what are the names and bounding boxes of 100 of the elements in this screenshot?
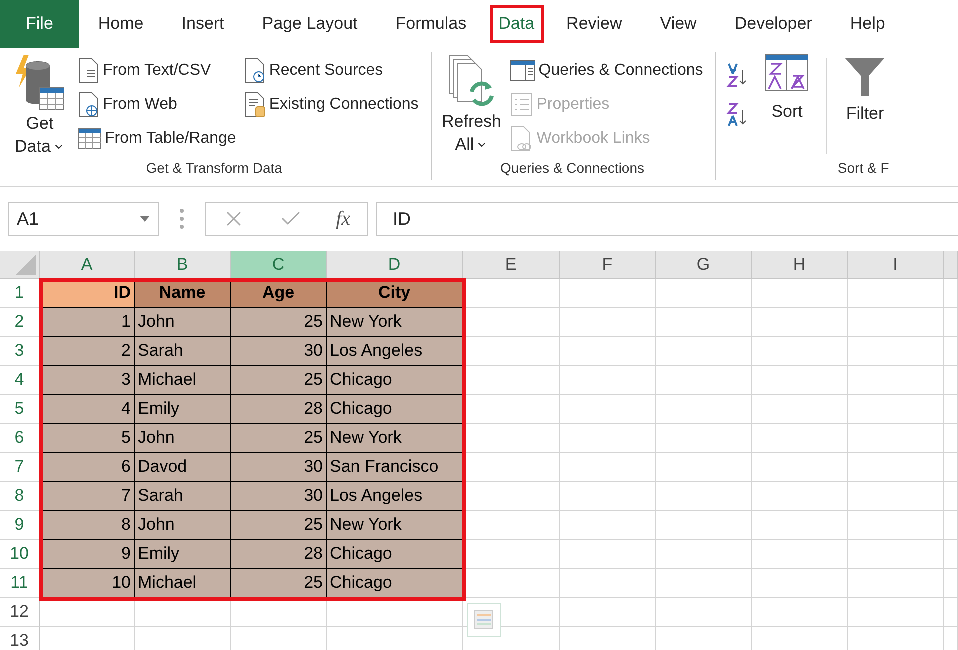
column-header[interactable]: C bbox=[231, 251, 327, 279]
table-cell: Los Angeles bbox=[327, 337, 463, 366]
table-cell: 30 bbox=[231, 482, 327, 511]
empty-cell bbox=[944, 511, 958, 540]
table-cell: 25 bbox=[231, 424, 327, 453]
table-cell: Sarah bbox=[135, 482, 231, 511]
table-cell: Davod bbox=[135, 453, 231, 482]
empty-cell bbox=[944, 424, 958, 453]
link-file-icon bbox=[510, 126, 534, 152]
ribbon-tab[interactable]: Formulas bbox=[376, 0, 486, 48]
corner-triangle-icon bbox=[16, 255, 36, 275]
column-header[interactable]: F bbox=[560, 251, 656, 279]
name-box[interactable]: A1 bbox=[8, 202, 159, 236]
paste-options-icon[interactable] bbox=[467, 603, 501, 637]
insert-function-button[interactable]: fx bbox=[336, 208, 351, 230]
ribbon-tab[interactable]: Home bbox=[79, 0, 163, 48]
clock-file-icon bbox=[244, 58, 266, 84]
formula-input[interactable]: ID bbox=[376, 202, 958, 236]
list-icon bbox=[510, 93, 534, 117]
table-cell: 1 bbox=[40, 308, 135, 337]
table-cell: 6 bbox=[40, 453, 135, 482]
ribbon-command[interactable]: From Table/Range bbox=[78, 124, 236, 154]
header-cell: Age bbox=[231, 279, 327, 308]
ribbon-tab[interactable]: Developer bbox=[716, 0, 832, 48]
refresh-all-button[interactable]: Refresh All bbox=[442, 52, 502, 160]
sort-ascending-icon[interactable] bbox=[726, 62, 748, 88]
table-cell: John bbox=[135, 511, 231, 540]
table-cell: 30 bbox=[231, 337, 327, 366]
row-header[interactable]: 12 bbox=[0, 598, 40, 627]
table-cell: 30 bbox=[231, 453, 327, 482]
table-cell: 4 bbox=[40, 395, 135, 424]
ribbon-command[interactable]: Existing Connections bbox=[244, 90, 419, 120]
column-header[interactable]: I bbox=[848, 251, 944, 279]
table-cell: 28 bbox=[231, 395, 327, 424]
column-header[interactable]: D bbox=[327, 251, 463, 279]
table-cell: 7 bbox=[40, 482, 135, 511]
panel-icon bbox=[510, 60, 536, 82]
sort-descending-icon[interactable] bbox=[726, 102, 748, 128]
column-header[interactable]: E bbox=[463, 251, 560, 279]
column-header[interactable]: A bbox=[40, 251, 135, 279]
dropdown-icon[interactable] bbox=[140, 216, 150, 222]
empty-cell bbox=[944, 569, 958, 598]
filter-button[interactable]: Filter bbox=[841, 52, 890, 160]
table-cell: John bbox=[135, 424, 231, 453]
ribbon-tab[interactable]: Review bbox=[548, 0, 642, 48]
table-cell: 9 bbox=[40, 540, 135, 569]
table-cell: Chicago bbox=[327, 366, 463, 395]
empty-cell bbox=[944, 337, 958, 366]
ribbon-tab[interactable]: Page Layout bbox=[243, 0, 377, 48]
empty-cell bbox=[944, 308, 958, 337]
table-cell: 25 bbox=[231, 308, 327, 337]
ribbon-tab[interactable]: Help bbox=[831, 0, 904, 48]
empty-cell bbox=[944, 598, 958, 627]
empty-cell bbox=[944, 453, 958, 482]
sort-icon bbox=[765, 54, 810, 92]
column-header[interactable]: G bbox=[656, 251, 752, 279]
ribbon-tab[interactable]: View bbox=[641, 0, 716, 48]
ribbon-command[interactable]: Recent Sources bbox=[244, 56, 419, 86]
ribbon-command[interactable]: From Web bbox=[78, 90, 236, 120]
column-header[interactable]: H bbox=[752, 251, 848, 279]
empty-cell bbox=[944, 482, 958, 511]
table-cell: 8 bbox=[40, 511, 135, 540]
get-data-button[interactable]: Get Data bbox=[10, 52, 70, 160]
table-cell: Chicago bbox=[327, 395, 463, 424]
database-icon bbox=[14, 54, 66, 112]
table-cell: 25 bbox=[231, 569, 327, 598]
table-cell: Emily bbox=[135, 395, 231, 424]
empty-cell bbox=[944, 395, 958, 424]
table-cell: 3 bbox=[40, 366, 135, 395]
select-all-corner[interactable] bbox=[0, 251, 40, 279]
group-label: Queries & Connections bbox=[500, 160, 646, 178]
text-file-icon bbox=[78, 58, 100, 84]
table-cell: John bbox=[135, 308, 231, 337]
sort-button[interactable]: Sort bbox=[762, 52, 812, 160]
table-cell: New York bbox=[327, 308, 463, 337]
file-tab[interactable]: File bbox=[0, 0, 80, 48]
drag-handle-icon[interactable] bbox=[179, 208, 185, 230]
database-file-icon bbox=[244, 92, 266, 118]
ribbon-command[interactable]: Queries & Connections bbox=[510, 56, 704, 86]
table-cell: Michael bbox=[135, 569, 231, 598]
table-cell: 25 bbox=[231, 366, 327, 395]
table-cell: 2 bbox=[40, 337, 135, 366]
ribbon-command[interactable]: From Text/CSV bbox=[78, 56, 236, 86]
column-header[interactable] bbox=[944, 251, 958, 279]
table-icon bbox=[78, 127, 102, 151]
group-label: Get & Transform Data bbox=[145, 160, 284, 178]
table-cell: Chicago bbox=[327, 569, 463, 598]
empty-cell bbox=[944, 366, 958, 395]
table-cell: New York bbox=[327, 511, 463, 540]
column-header[interactable]: B bbox=[135, 251, 231, 279]
ribbon-tab[interactable]: Data bbox=[490, 5, 544, 43]
table-cell: 5 bbox=[40, 424, 135, 453]
table-cell: 10 bbox=[40, 569, 135, 598]
ribbon-tab[interactable]: Insert bbox=[162, 0, 244, 48]
table-cell: Sarah bbox=[135, 337, 231, 366]
table-cell: 28 bbox=[231, 540, 327, 569]
table-cell: Emily bbox=[135, 540, 231, 569]
table-cell: San Francisco bbox=[327, 453, 463, 482]
table-cell: Michael bbox=[135, 366, 231, 395]
table-cell: Los Angeles bbox=[327, 482, 463, 511]
